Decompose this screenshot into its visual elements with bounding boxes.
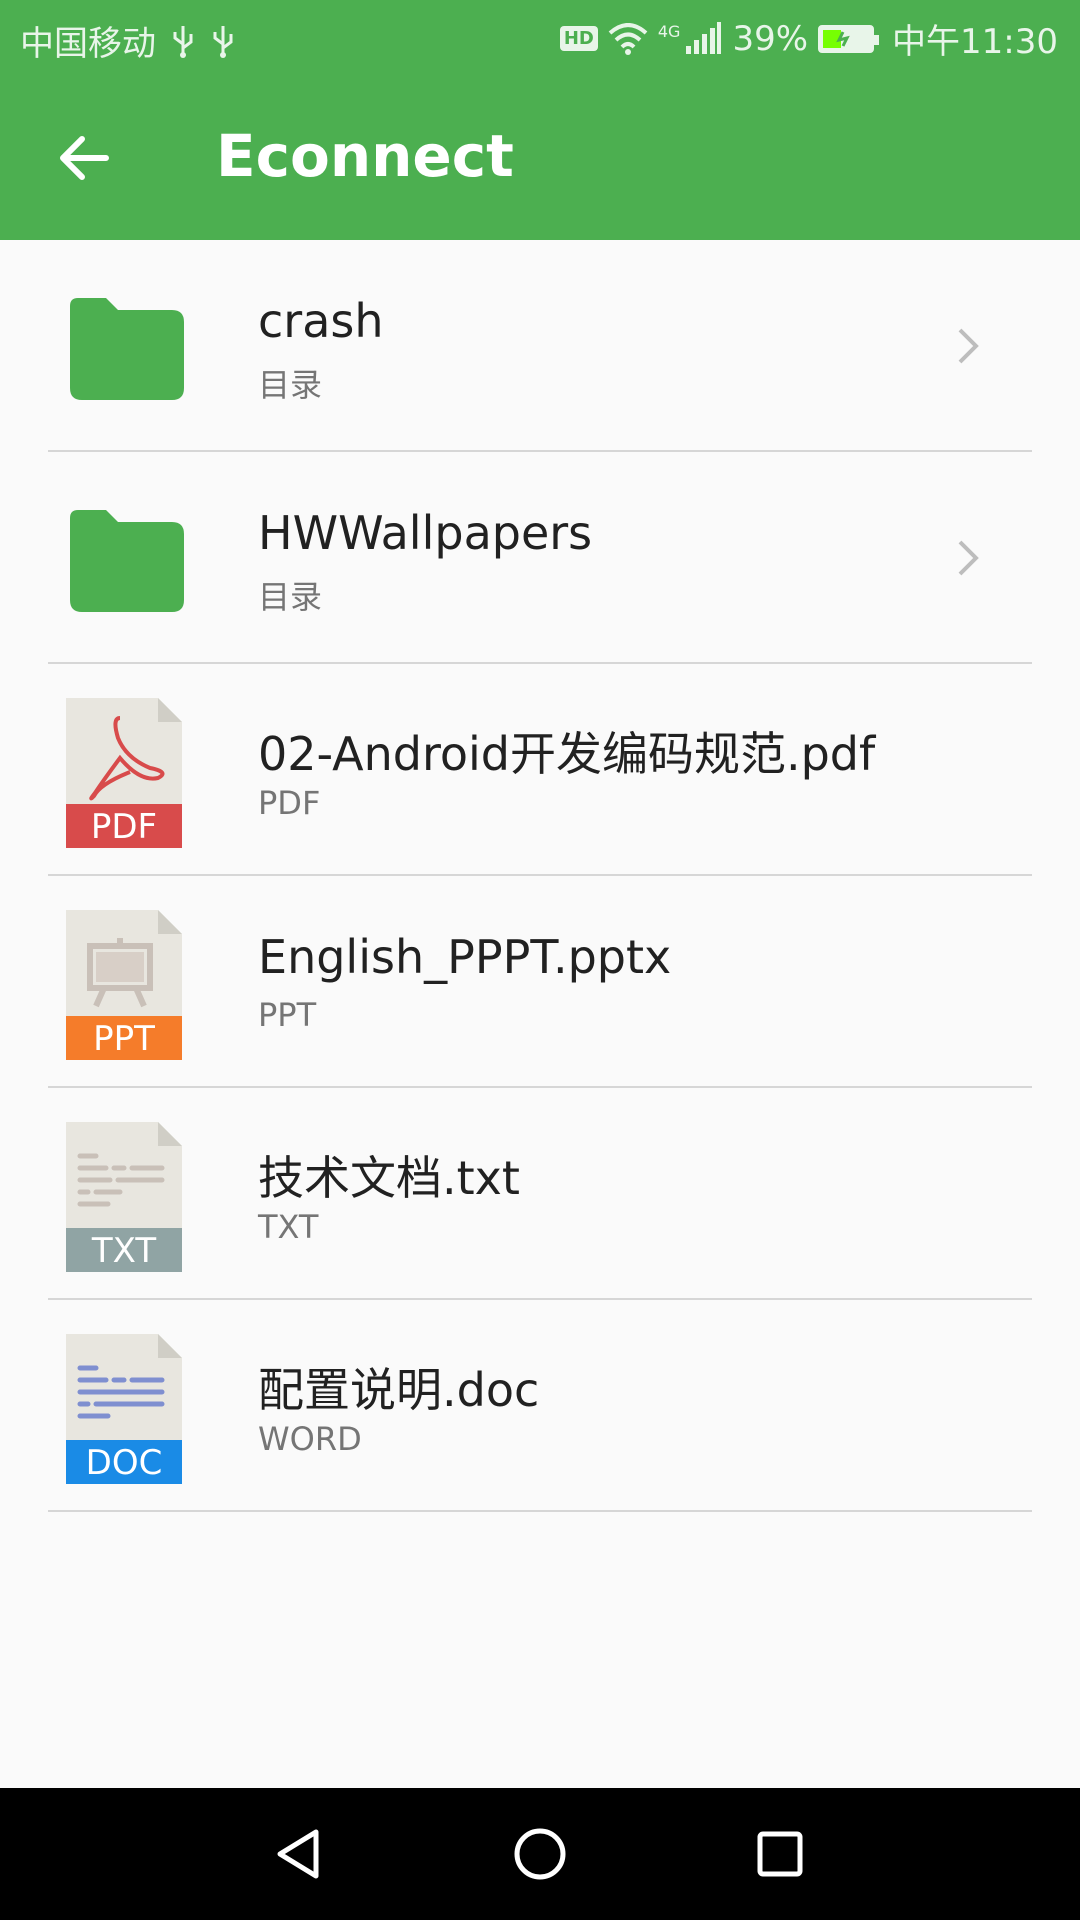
nav-back-icon <box>277 1829 319 1879</box>
file-list: crash 目录 HWWallpapers 目录 PDF 02-Android开… <box>0 240 1080 1512</box>
pdf-badge-label: PDF <box>91 807 157 847</box>
file-name: 02-Android开发编码规范.pdf <box>258 727 876 781</box>
folder-icon <box>70 298 184 400</box>
navigation-bar <box>0 1788 1080 1920</box>
divider <box>48 1510 1032 1512</box>
chevron-right-icon <box>958 328 979 364</box>
list-item[interactable]: PDF 02-Android开发编码规范.pdf PDF <box>0 664 1080 876</box>
status-bar: 中国移动 HD 4G 39% 中午11:30 <box>0 0 1080 76</box>
chevron-right-icon <box>958 540 979 576</box>
app-bar: Econnect <box>0 76 1080 240</box>
file-type: WORD <box>258 1420 362 1458</box>
list-item[interactable]: crash 目录 <box>0 240 1080 452</box>
signal-icon <box>686 21 722 54</box>
list-item[interactable]: TXT 技术文档.txt TXT <box>0 1088 1080 1300</box>
file-type: PDF <box>258 784 321 822</box>
network-type-label: 4G <box>657 22 681 41</box>
file-type: TXT <box>258 1208 319 1246</box>
txt-file-icon: TXT <box>66 1122 182 1272</box>
doc-badge-label: DOC <box>86 1443 163 1483</box>
file-type: 目录 <box>258 578 323 616</box>
hd-badge: HD <box>559 26 598 51</box>
ppt-badge-label: PPT <box>93 1019 155 1059</box>
list-item[interactable]: HWWallpapers 目录 <box>0 452 1080 664</box>
wifi-icon <box>608 22 648 55</box>
list-item[interactable]: PPT English_PPPT.pptx PPT <box>0 876 1080 1088</box>
doc-file-icon: DOC <box>66 1334 182 1484</box>
file-name: 技术文档.txt <box>258 1151 520 1205</box>
usb-icon <box>173 25 193 58</box>
battery-icon <box>818 24 880 53</box>
file-name: HWWallpapers <box>258 506 593 560</box>
pdf-file-icon: PDF <box>66 698 182 848</box>
nav-recents-icon <box>757 1831 803 1877</box>
file-name: 配置说明.doc <box>258 1363 540 1417</box>
txt-badge-label: TXT <box>91 1231 156 1271</box>
back-button[interactable] <box>40 118 128 198</box>
clock: 中午11:30 <box>892 22 1058 62</box>
nav-back-button[interactable] <box>260 1814 340 1894</box>
nav-recents-button[interactable] <box>740 1814 820 1894</box>
nav-home-button[interactable] <box>500 1814 580 1894</box>
file-name: English_PPPT.pptx <box>258 930 672 984</box>
page-title: Econnect <box>216 122 514 190</box>
file-type: 目录 <box>258 366 323 404</box>
list-item[interactable]: DOC 配置说明.doc WORD <box>0 1300 1080 1512</box>
ppt-file-icon: PPT <box>66 910 182 1060</box>
battery-percent: 39% <box>732 18 809 59</box>
file-type: PPT <box>258 996 317 1034</box>
carrier-label: 中国移动 <box>20 24 156 64</box>
folder-icon <box>70 510 184 612</box>
file-name: crash <box>258 294 384 348</box>
usb-icon <box>213 25 233 58</box>
arrow-back-icon <box>60 136 109 180</box>
nav-home-icon <box>514 1828 566 1880</box>
